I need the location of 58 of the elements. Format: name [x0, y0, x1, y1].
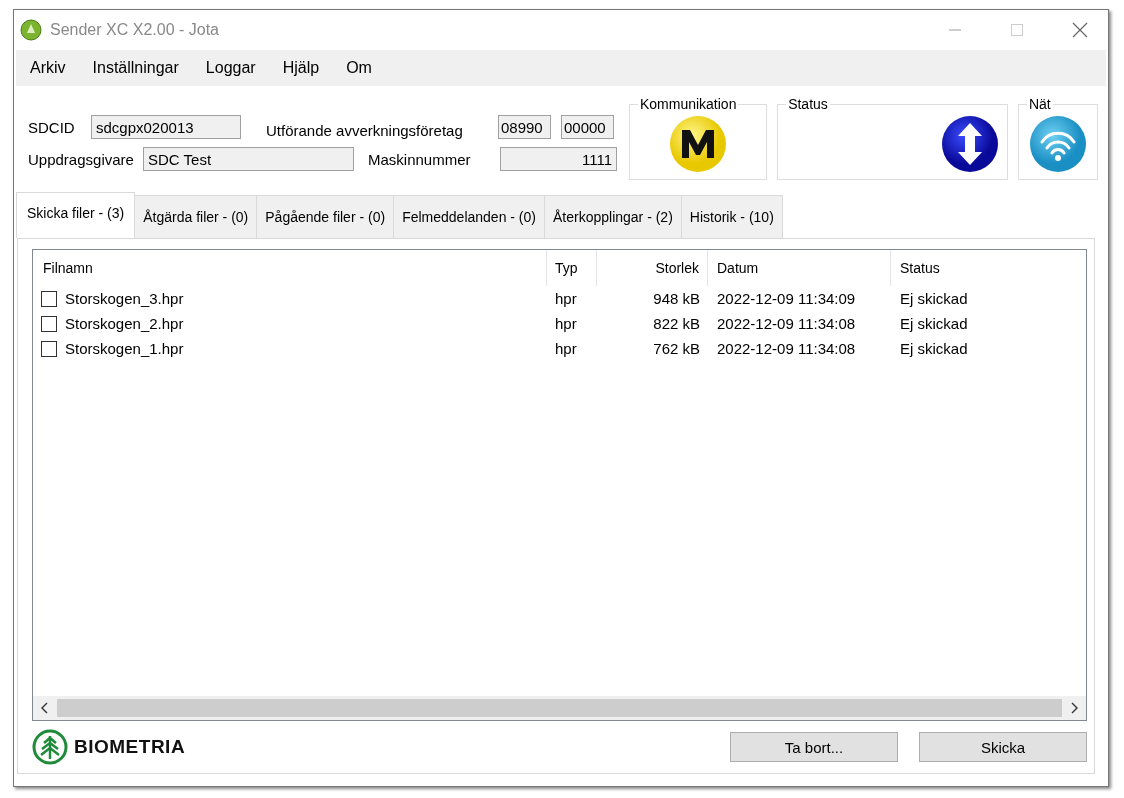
tree-logo-icon [32, 729, 68, 765]
checkbox[interactable] [41, 315, 57, 332]
tab[interactable]: Skicka filer - (3) [16, 192, 136, 238]
column-header[interactable]: Storlek [597, 250, 708, 286]
sdcid-label: SDCID [28, 118, 76, 136]
group-title: Nät [1027, 96, 1052, 112]
table-cell: Storskogen_1.hpr [65, 340, 184, 357]
column-header[interactable]: Filnamn [33, 250, 547, 286]
table-cell: Storskogen_2.hpr [65, 315, 184, 332]
table-cell-text: 762 kB [652, 340, 701, 357]
checkbox[interactable] [41, 340, 57, 357]
table-cell-text: hpr [554, 290, 578, 307]
table-cell-text: Ej skickad [899, 315, 969, 332]
company-code-field[interactable]: 00000 [561, 115, 614, 139]
table-cell-text: Ej skickad [899, 290, 969, 307]
table-cell-text: 2022-12-09 11:34:09 [716, 290, 857, 307]
menu-item[interactable]: Hjälp [282, 59, 320, 77]
tab[interactable]: Pågående filer - (0) [256, 195, 395, 238]
table-cell-text: 2022-12-09 11:34:08 [716, 315, 857, 332]
column-header[interactable]: Typ [547, 250, 597, 286]
scrollbar-thumb[interactable] [57, 699, 1062, 717]
company-code-field[interactable]: 08990 [498, 115, 551, 139]
window-title: Sender XC X2.00 - Jota [50, 21, 219, 39]
table-cell-text: Ej skickad [899, 340, 969, 357]
horizontal-scrollbar[interactable] [33, 696, 1086, 720]
scroll-right-icon[interactable] [1069, 702, 1079, 714]
table-cell: Storskogen_3.hpr [65, 290, 184, 307]
machine-field[interactable]: 1111 [500, 147, 617, 171]
action-button[interactable]: Skicka [919, 732, 1087, 762]
checkbox[interactable] [41, 290, 57, 307]
table-cell-text: hpr [554, 315, 578, 332]
menu-item[interactable]: Loggar [205, 59, 256, 77]
group-title: Status [787, 96, 829, 112]
company-label: Utförande avverkningsföretag [266, 120, 464, 139]
tab[interactable]: Historik - (10) [680, 195, 783, 238]
client-field[interactable]: SDC Test [143, 147, 354, 171]
table-cell-text: hpr [554, 340, 578, 357]
menu-item[interactable]: Arkiv [30, 59, 66, 77]
tab[interactable]: Åtgärda filer - (0) [134, 195, 258, 238]
tab[interactable]: Felmeddelanden - (0) [393, 195, 545, 238]
brand-name: BIOMETRIA [74, 736, 186, 758]
table-cell-text: 822 kB [652, 315, 701, 332]
action-button[interactable]: Ta bort... [730, 732, 898, 762]
menu-item[interactable]: Inställningar [92, 59, 179, 77]
client-label: Uppdragsgivare [28, 150, 135, 168]
close-icon[interactable] [1072, 22, 1088, 38]
machine-label: Maskinnummer [368, 150, 472, 168]
scroll-left-icon[interactable] [40, 702, 50, 714]
group-title: Kommunikation [638, 96, 738, 112]
wireless-icon [1028, 114, 1087, 173]
column-header[interactable]: Status [891, 250, 1081, 286]
tab[interactable]: Återkopplingar - (2) [544, 195, 682, 238]
menu-item[interactable]: Om [346, 59, 372, 77]
table-cell-text: 948 kB [652, 290, 701, 307]
m-badge-icon [669, 114, 728, 173]
column-header[interactable]: Datum [708, 250, 891, 286]
sdcid-field[interactable]: sdcgpx020013 [91, 115, 241, 139]
table-cell-text: 2022-12-09 11:34:08 [716, 340, 857, 357]
